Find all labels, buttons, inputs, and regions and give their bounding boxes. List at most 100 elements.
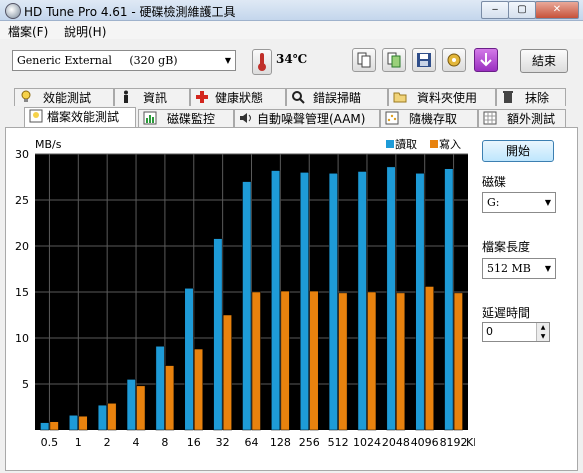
download-button[interactable] (474, 48, 498, 72)
floppy-icon (417, 53, 431, 67)
menu-help[interactable]: 說明(H) (64, 23, 106, 40)
menu-file[interactable]: 檔案(F) (8, 23, 48, 40)
read-bar (299, 172, 309, 431)
menu-bar: 檔案(F) 說明(H) (0, 21, 583, 39)
tab-folder-usage[interactable]: 資料夾使用 (388, 88, 496, 106)
save-button[interactable] (412, 48, 436, 72)
write-bar (194, 348, 204, 431)
copy-screenshot-button[interactable] (382, 48, 406, 72)
tools-icon (447, 53, 461, 67)
disk-label: 磁碟 (482, 175, 507, 189)
arrow-down-icon (480, 53, 492, 67)
disk-select[interactable]: G: ▼ (482, 192, 556, 213)
window-title: HD Tune Pro 4.61 - 硬碟檢測維護工具 (24, 5, 236, 19)
tab-label: 隨機存取 (409, 112, 458, 126)
tab-disk-monitor[interactable]: 磁碟監控 (138, 109, 234, 127)
spin-down-icon[interactable]: ▼ (536, 332, 549, 341)
y-axis-label: MB/s (35, 138, 62, 151)
write-bar (453, 292, 463, 431)
copy-text-button[interactable] (352, 48, 376, 72)
read-bar (126, 379, 136, 431)
drive-select-value: Generic External (320 gB) (17, 54, 178, 67)
app-icon (5, 3, 21, 19)
x-tick-label: 4 (133, 436, 140, 449)
write-bar (49, 421, 59, 431)
tab-label: 磁碟監控 (167, 112, 216, 126)
lightbulb-icon (21, 90, 31, 102)
y-tick-label: 15 (15, 286, 29, 299)
tab-benchmark[interactable]: 效能測試 (14, 88, 114, 106)
exit-button[interactable]: 結束 (520, 49, 568, 73)
tab-label: 額外測試 (507, 112, 556, 126)
y-tick-label: 5 (22, 378, 29, 391)
write-bar (338, 292, 348, 431)
tab-health[interactable]: 健康狀態 (190, 88, 286, 106)
health-cross-icon (196, 91, 208, 103)
legend-write-label: 寫入 (439, 137, 461, 151)
tab-info[interactable]: 資訊 (114, 88, 190, 106)
tab-error-scan[interactable]: 錯誤掃瞄 (286, 88, 388, 106)
y-tick-label: 20 (15, 240, 29, 253)
temperature-readout: 34℃ (276, 52, 308, 66)
tab-aam[interactable]: 自動噪聲管理(AAM) (234, 109, 380, 127)
tab-label: 資訊 (143, 91, 168, 105)
spin-up-icon[interactable]: ▲ (536, 323, 549, 332)
write-bar (396, 292, 406, 431)
copy-image-icon (387, 52, 401, 68)
y-tick-label: 10 (15, 332, 29, 345)
y-tick-label: 25 (15, 194, 29, 207)
x-tick-label: 128 (270, 436, 291, 449)
file-length-label: 檔案長度 (482, 240, 531, 254)
x-tick-label: 2 (104, 436, 111, 449)
tab-random-access[interactable]: 隨機存取 (380, 109, 478, 127)
y-tick-label: 30 (15, 148, 29, 161)
write-bar (222, 314, 232, 431)
write-bar (367, 291, 377, 431)
write-bar (251, 291, 261, 431)
read-bar (444, 168, 454, 431)
x-unit-label: KB (466, 436, 475, 449)
tab-label: 效能測試 (43, 91, 92, 105)
chevron-down-icon: ▼ (224, 56, 231, 65)
x-tick-label: 16 (187, 436, 201, 449)
write-bar (107, 403, 117, 431)
minimize-button[interactable]: ‒ (481, 1, 509, 19)
write-bar (136, 385, 146, 431)
tab-erase[interactable]: 抹除 (496, 88, 566, 106)
scatter-icon (385, 111, 399, 125)
x-tick-label: 32 (216, 436, 230, 449)
read-bar (386, 166, 396, 431)
write-bar (165, 365, 175, 431)
legend-read-swatch (386, 140, 394, 148)
write-bar (280, 290, 290, 431)
file-length-select[interactable]: 512 MB ▼ (482, 258, 556, 279)
tab-label: 自動噪聲管理(AAM) (257, 112, 366, 126)
tab-label: 錯誤掃瞄 (313, 91, 362, 105)
tab-extra-tests[interactable]: 額外測試 (478, 109, 566, 127)
tab-file-benchmark[interactable]: 檔案效能測試 (24, 107, 136, 127)
read-bar (328, 173, 338, 431)
write-bar (424, 286, 434, 431)
delay-spinner[interactable]: 0 ▲ ▼ (482, 322, 550, 342)
drive-select[interactable]: Generic External (320 gB) ▼ (12, 50, 236, 71)
bar-chart-icon (143, 111, 157, 125)
close-button[interactable]: ✕ (535, 1, 579, 19)
chevron-down-icon: ▼ (544, 264, 551, 273)
read-bar (415, 173, 425, 431)
disk-select-value: G: (487, 196, 500, 209)
copy-icon (357, 52, 371, 68)
maximize-button[interactable]: ▢ (508, 1, 536, 19)
options-button[interactable] (442, 48, 466, 72)
x-tick-label: 4096 (411, 436, 439, 449)
start-button[interactable]: 開始 (482, 140, 554, 162)
read-bar (242, 181, 252, 431)
magnifier-icon (292, 91, 305, 104)
read-bar (97, 404, 107, 431)
benchmark-chart: 5 10 15 20 25 30 MB/s 0.5 1 2 4 8 16 32 64 128 256 512 102… (15, 137, 475, 449)
x-tick-label: 256 (299, 436, 320, 449)
delay-value: 0 (486, 325, 493, 338)
x-tick-label: 1024 (353, 436, 381, 449)
read-bar (213, 238, 223, 431)
title-bar: HD Tune Pro 4.61 - 硬碟檢測維護工具 ‒ ▢ ✕ (0, 0, 583, 21)
read-bar (155, 346, 165, 431)
